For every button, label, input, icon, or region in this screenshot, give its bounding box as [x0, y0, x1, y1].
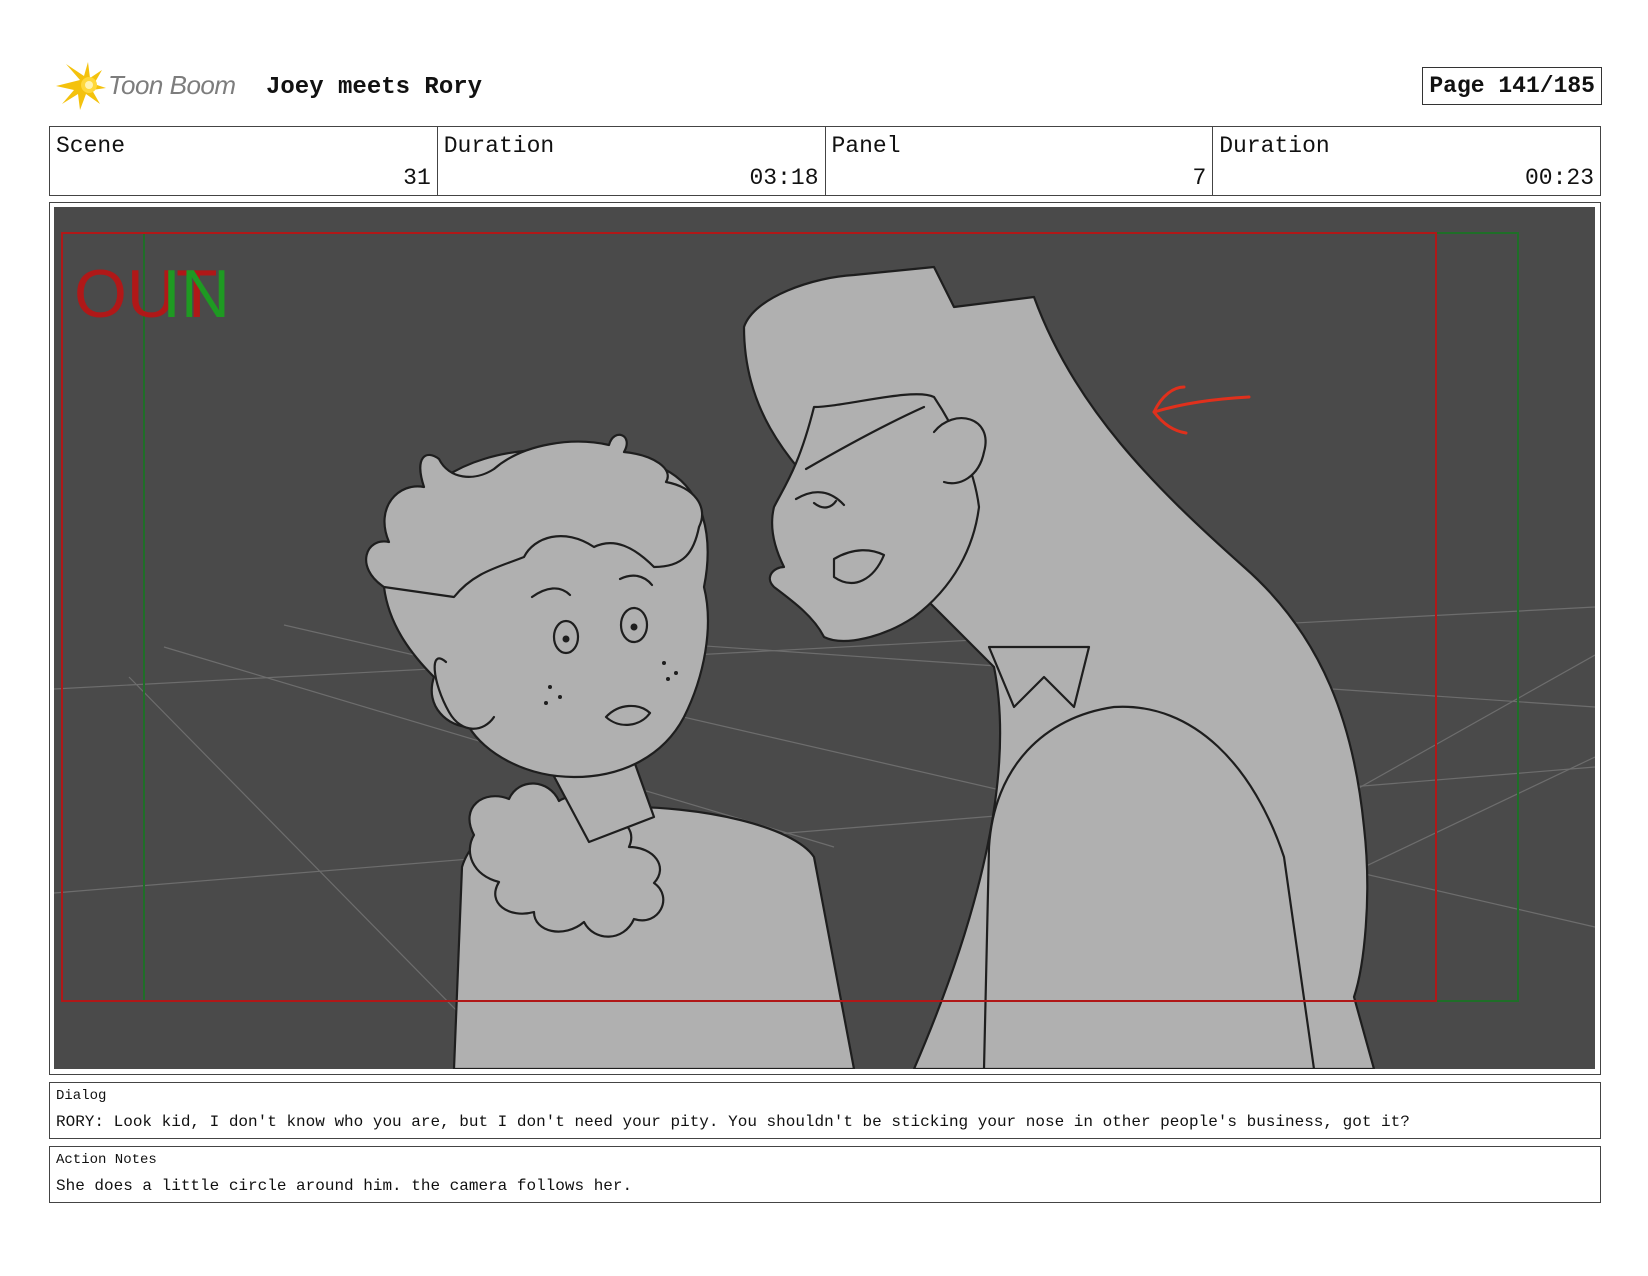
storyboard-panel: OUT IN — [49, 202, 1601, 1075]
panel-cell: Panel 7 — [826, 127, 1214, 195]
action-notes-label: Action Notes — [56, 1152, 157, 1168]
panel-duration-value: 00:23 — [1524, 165, 1594, 191]
panel-drawing: OUT IN — [54, 207, 1595, 1069]
action-notes-box: Action Notes She does a little circle ar… — [49, 1146, 1601, 1203]
scene-info-table: Scene 31 Duration 03:18 Panel 7 Duration… — [49, 126, 1601, 196]
panel-label: Panel — [831, 133, 901, 159]
storyboard-header: Toon Boom Joey meets Rory Page 141/185 — [52, 56, 1602, 116]
page-number: Page 141/185 — [1422, 67, 1602, 105]
panel-duration-cell: Duration 00:23 — [1213, 127, 1600, 195]
logo-wordmark: Toon Boom — [108, 70, 236, 100]
dialog-text: RORY: Look kid, I don't know who you are… — [56, 1113, 1410, 1131]
panel-value: 7 — [1192, 165, 1207, 191]
dialog-box: Dialog RORY: Look kid, I don't know who … — [49, 1082, 1601, 1139]
panel-duration-label: Duration — [1219, 133, 1330, 159]
scene-value: 31 — [403, 165, 431, 191]
scene-cell: Scene 31 — [50, 127, 438, 195]
scene-duration-label: Duration — [443, 133, 555, 159]
scene-label: Scene — [56, 133, 126, 159]
action-notes-text: She does a little circle around him. the… — [56, 1177, 633, 1195]
toon-boom-logo: Toon Boom — [52, 60, 252, 112]
dialog-label: Dialog — [56, 1088, 107, 1104]
scene-duration-value: 03:18 — [749, 165, 819, 191]
project-title: Joey meets Rory — [266, 74, 483, 101]
starburst-icon — [56, 62, 106, 110]
in-frame-label: IN — [162, 256, 230, 332]
scene-duration-cell: Duration 03:18 — [438, 127, 826, 195]
